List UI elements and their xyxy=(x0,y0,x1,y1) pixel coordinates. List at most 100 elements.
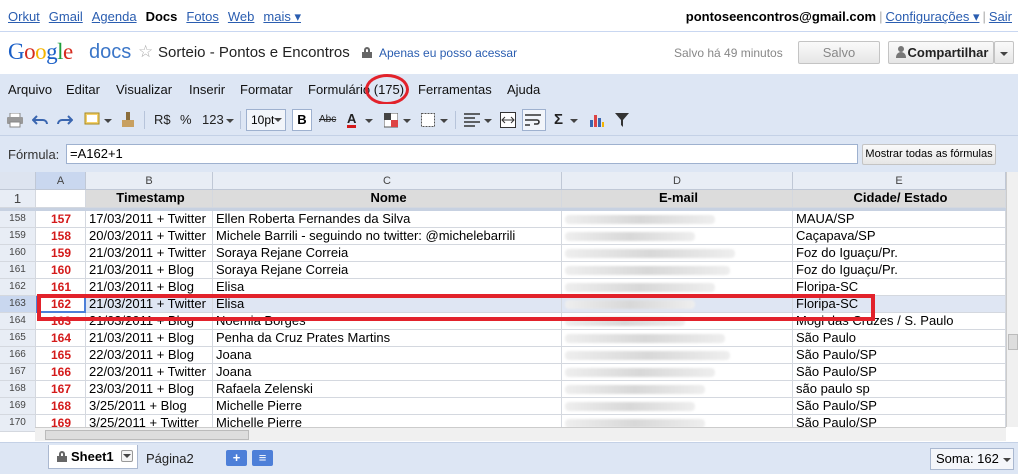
cell-number[interactable]: 157 xyxy=(36,211,86,228)
bold-button[interactable]: B xyxy=(292,109,312,131)
row-number[interactable]: 163 xyxy=(0,296,36,313)
borders-icon[interactable] xyxy=(421,113,435,133)
row-number[interactable]: 158 xyxy=(0,211,36,228)
chart-icon[interactable] xyxy=(589,112,605,132)
cell-number[interactable]: 164 xyxy=(36,330,86,347)
saved-button[interactable]: Salvo xyxy=(798,41,880,64)
column-header-d[interactable]: D xyxy=(562,172,793,190)
horizontal-scrollbar[interactable] xyxy=(35,427,1006,441)
cell-email[interactable] xyxy=(562,347,793,364)
cell-email[interactable] xyxy=(562,364,793,381)
cell-email[interactable] xyxy=(562,262,793,279)
cell-cidade[interactable]: são paulo sp xyxy=(793,381,1006,398)
print-icon[interactable] xyxy=(7,113,23,133)
row-number[interactable]: 169 xyxy=(0,398,36,415)
row-number[interactable]: 170 xyxy=(0,415,36,432)
cell-number[interactable]: 159 xyxy=(36,245,86,262)
tab-sheet1[interactable]: Sheet1 xyxy=(48,445,138,469)
cell-cidade[interactable]: São Paulo/SP xyxy=(793,364,1006,381)
text-color-button[interactable]: A xyxy=(347,110,357,128)
header-cell-email[interactable]: E-mail xyxy=(562,190,793,208)
cell-nome[interactable]: Ellen Roberta Fernandes da Silva xyxy=(213,211,562,228)
cell-email[interactable] xyxy=(562,211,793,228)
sum-indicator[interactable]: Soma: 162 xyxy=(930,448,1014,470)
cell-timestamp[interactable]: 22/03/2011 + Blog xyxy=(86,347,213,364)
cell-timestamp[interactable]: 23/03/2011 + Blog xyxy=(86,381,213,398)
gbar-link-gmail[interactable]: Gmail xyxy=(49,9,83,25)
sheet-list-button[interactable]: ≡ xyxy=(252,450,273,466)
gbar-link-agenda[interactable]: Agenda xyxy=(92,9,137,25)
gbar-link-orkut[interactable]: Orkut xyxy=(8,9,40,25)
share-dropdown-button[interactable] xyxy=(994,41,1014,64)
gbar-link-more[interactable]: mais ▾ xyxy=(263,9,301,25)
cell-number[interactable]: 165 xyxy=(36,347,86,364)
cell-nome[interactable]: Joana xyxy=(213,364,562,381)
currency-button[interactable]: R$ xyxy=(154,110,171,130)
scroll-thumb[interactable] xyxy=(45,430,249,440)
align-icon[interactable] xyxy=(464,113,480,133)
cell-cidade[interactable]: Foz do Iguaçu/Pr. xyxy=(793,262,1006,279)
cell-nome[interactable]: Joana xyxy=(213,347,562,364)
cell-email[interactable] xyxy=(562,228,793,245)
filter-icon[interactable] xyxy=(615,113,629,133)
row-number[interactable]: 159 xyxy=(0,228,36,245)
row-number[interactable]: 161 xyxy=(0,262,36,279)
chevron-down-icon[interactable] xyxy=(570,119,578,123)
menu-ajuda[interactable]: Ajuda xyxy=(507,82,540,97)
header-cell-nome[interactable]: Nome xyxy=(213,190,562,208)
cell-email[interactable] xyxy=(562,245,793,262)
menu-ferramentas[interactable]: Ferramentas xyxy=(418,82,492,97)
cell-cidade[interactable]: Caçapava/SP xyxy=(793,228,1006,245)
chevron-down-icon[interactable] xyxy=(226,119,234,123)
show-formulas-button[interactable]: Mostrar todas as fórmulas xyxy=(862,144,996,165)
menu-visualizar[interactable]: Visualizar xyxy=(116,82,172,97)
font-size-select[interactable]: 10pt xyxy=(246,109,286,131)
doc-title[interactable]: Sorteio - Pontos e Encontros xyxy=(158,44,350,61)
cell-number[interactable]: 166 xyxy=(36,364,86,381)
star-icon[interactable]: ☆ xyxy=(138,42,153,62)
row-number[interactable]: 160 xyxy=(0,245,36,262)
row-number[interactable]: 162 xyxy=(0,279,36,296)
google-logo[interactable]: Google xyxy=(8,39,73,65)
strikethrough-button[interactable]: Abc xyxy=(319,110,336,130)
cell-timestamp[interactable]: 22/03/2011 + Twitter xyxy=(86,364,213,381)
privacy-link[interactable]: Apenas eu posso acessar xyxy=(379,46,517,60)
cell-cidade[interactable]: São Paulo/SP xyxy=(793,347,1006,364)
cell-timestamp[interactable]: 20/03/2011 + Twitter xyxy=(86,228,213,245)
format-painter-icon[interactable] xyxy=(84,112,102,132)
cell-number[interactable]: 158 xyxy=(36,228,86,245)
cell-cidade[interactable]: São Paulo xyxy=(793,330,1006,347)
cell-timestamp[interactable]: 21/03/2011 + Twitter xyxy=(86,245,213,262)
chevron-down-icon[interactable] xyxy=(403,119,411,123)
cell-cidade[interactable]: São Paulo/SP xyxy=(793,398,1006,415)
clear-format-icon[interactable] xyxy=(120,112,136,132)
fill-color-icon[interactable] xyxy=(384,113,398,133)
docs-logo-text[interactable]: docs xyxy=(89,41,131,64)
header-cell-timestamp[interactable]: Timestamp xyxy=(86,190,213,208)
cell-cidade[interactable]: MAUA/SP xyxy=(793,211,1006,228)
cell-cidade[interactable]: Foz do Iguaçu/Pr. xyxy=(793,245,1006,262)
cell-nome[interactable]: Soraya Rejane Correia xyxy=(213,262,562,279)
row-number[interactable]: 168 xyxy=(0,381,36,398)
tab-pagina2[interactable]: Página2 xyxy=(146,451,194,466)
cell-email[interactable] xyxy=(562,398,793,415)
number-format-button[interactable]: 123 xyxy=(202,110,224,130)
sheet-menu-button[interactable] xyxy=(121,450,133,462)
cell-nome[interactable]: Michelle Pierre xyxy=(213,398,562,415)
merge-cells-icon[interactable] xyxy=(500,112,516,132)
chevron-down-icon[interactable] xyxy=(440,119,448,123)
undo-icon[interactable] xyxy=(32,114,48,134)
redo-icon[interactable] xyxy=(57,114,73,134)
chevron-down-icon[interactable] xyxy=(104,119,112,123)
formula-input[interactable]: =A162+1 xyxy=(66,144,858,164)
chevron-down-icon[interactable] xyxy=(365,119,373,123)
cell-number[interactable]: 167 xyxy=(36,381,86,398)
cell-nome[interactable]: Rafaela Zelenski xyxy=(213,381,562,398)
header-cell-a[interactable] xyxy=(36,190,86,208)
cell-nome[interactable]: Soraya Rejane Correia xyxy=(213,245,562,262)
cell-timestamp[interactable]: 17/03/2011 + Twitter xyxy=(86,211,213,228)
vertical-scrollbar[interactable] xyxy=(1006,172,1018,427)
column-header-b[interactable]: B xyxy=(86,172,213,190)
row-number[interactable]: 166 xyxy=(0,347,36,364)
sum-button[interactable]: Σ xyxy=(554,110,563,130)
